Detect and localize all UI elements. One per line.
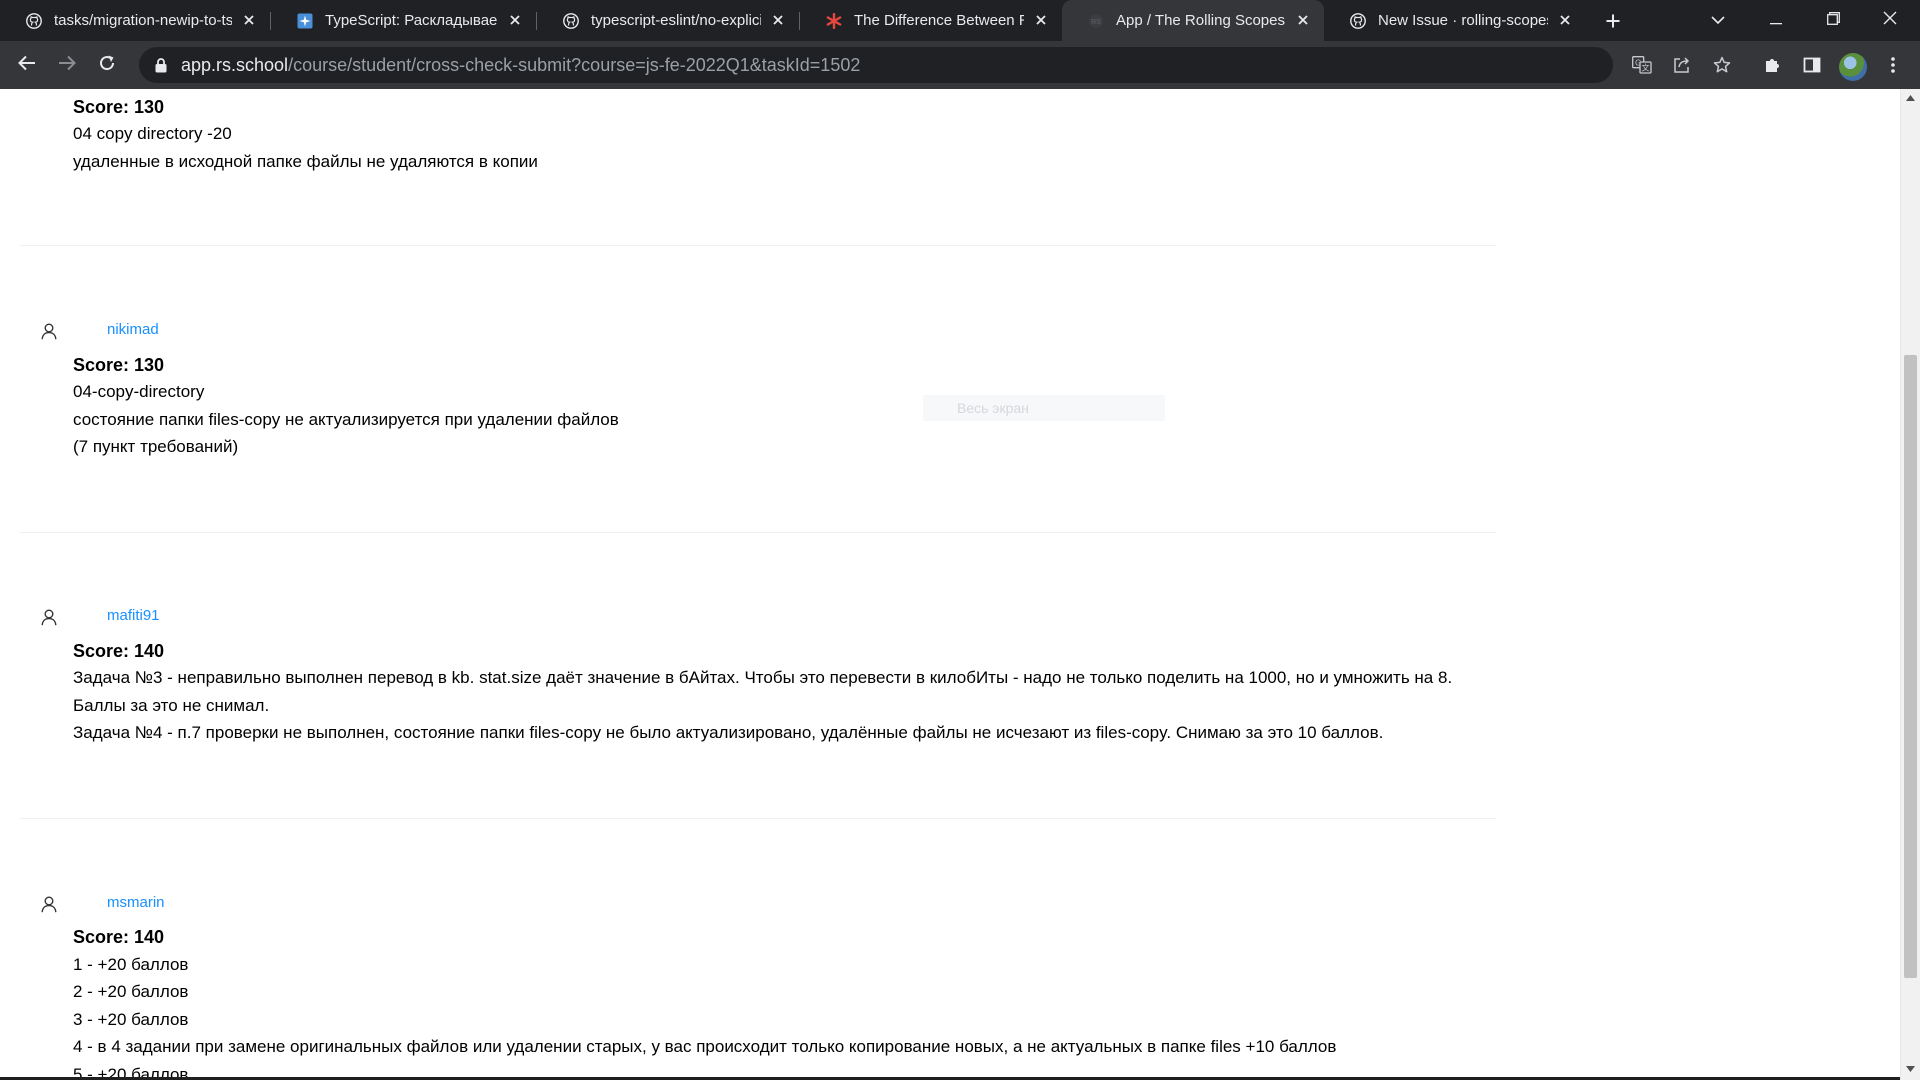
tab-search-button[interactable]: [1690, 0, 1746, 41]
arrow-right-icon: [58, 55, 76, 76]
close-window-button[interactable]: [1862, 0, 1918, 41]
github-icon: [1350, 12, 1366, 29]
fullscreen-share-hint: Весь экран: [923, 395, 1165, 421]
username-link[interactable]: mafiti91: [107, 607, 160, 624]
review-divider: [20, 245, 1496, 246]
user-icon: [40, 895, 58, 913]
minimize-icon: [1770, 12, 1782, 30]
tab-title: New Issue · rolling-scopes/rsschool: [1378, 12, 1548, 29]
review-comment-line: Задача №4 - п.7 проверки не выполнен, со…: [73, 723, 1384, 742]
review-comment-line: 4 - в 4 задании при замене оригинальных …: [73, 1037, 1337, 1056]
close-tab-icon[interactable]: [506, 11, 524, 29]
review-author: mafiti91: [40, 607, 160, 626]
user-icon: [40, 322, 58, 340]
asterisk-icon: [826, 12, 842, 29]
rs-school-icon: RS: [1088, 13, 1104, 29]
review-score: Score: 130: [73, 97, 165, 117]
page-scrollbar[interactable]: [1900, 89, 1920, 1080]
url-text: app.rs.school/course/student/cross-check…: [181, 55, 860, 76]
arrow-left-icon: [18, 55, 36, 76]
new-tab-button[interactable]: [1598, 6, 1628, 36]
github-icon: [26, 12, 42, 29]
browser-menu-button[interactable]: [1879, 53, 1907, 81]
review-comment-line: 2 - +20 баллов: [73, 982, 189, 1001]
tab-title: The Difference Between React: [854, 12, 1024, 29]
url-host: app.rs.school: [181, 54, 289, 75]
review-divider: [20, 532, 1496, 533]
puzzle-icon: [1763, 56, 1781, 79]
forward-button[interactable]: [49, 47, 85, 83]
page-viewport: Score: 130 04 copy directory -20 удаленн…: [0, 89, 1900, 1080]
profile-avatar[interactable]: [1839, 53, 1867, 81]
tab-title: App / The Rolling Scopes School: [1116, 12, 1286, 29]
side-panel-icon: [1803, 56, 1821, 79]
restore-icon: [1826, 11, 1840, 30]
tab-new-issue[interactable]: New Issue · rolling-scopes/rsschool: [1324, 0, 1586, 41]
tab-strip: tasks/migration-newip-to-ts TypeScript: …: [0, 0, 1920, 41]
username-link[interactable]: msmarin: [107, 894, 165, 911]
review-score: Score: 140: [73, 927, 165, 947]
back-button[interactable]: [9, 47, 45, 83]
review-comment-line: 3 - +20 баллов: [73, 1010, 189, 1029]
extensions-button[interactable]: [1758, 53, 1786, 81]
typescript-icon: [297, 13, 313, 29]
username-link[interactable]: nikimad: [107, 321, 159, 338]
scroll-up-icon[interactable]: [1901, 89, 1920, 107]
review-comment-line: 1 - +20 баллов: [73, 955, 189, 974]
review-author: nikimad: [40, 321, 159, 340]
bookmark-star-icon[interactable]: [1707, 53, 1737, 77]
review-comment-line: состояние папки files-copy не актуализир…: [73, 410, 619, 429]
svg-text:RS: RS: [1091, 19, 1101, 26]
scrollbar-thumb[interactable]: [1904, 355, 1917, 978]
user-icon: [40, 608, 58, 626]
close-tab-icon[interactable]: [1294, 11, 1312, 29]
tab-title: tasks/migration-newip-to-ts: [54, 12, 232, 29]
url-path: /course/student/cross-check-submit?cours…: [288, 54, 861, 75]
tab-difference-react[interactable]: The Difference Between React: [800, 0, 1062, 41]
chevron-down-icon: [1711, 12, 1725, 30]
reload-button[interactable]: [89, 47, 125, 83]
minimize-button[interactable]: [1748, 0, 1804, 41]
side-panel-button[interactable]: [1798, 53, 1826, 81]
share-icon[interactable]: [1667, 53, 1697, 77]
review-score: Score: 140: [73, 641, 165, 661]
close-tab-icon[interactable]: [1556, 11, 1574, 29]
close-tab-icon[interactable]: [769, 11, 787, 29]
tab-title: typescript-eslint/no-explicit-any: [591, 12, 761, 29]
more-vertical-icon: [1891, 56, 1895, 78]
close-tab-icon[interactable]: [240, 11, 258, 29]
close-icon: [1883, 11, 1897, 30]
close-tab-icon[interactable]: [1032, 11, 1050, 29]
review-comment-line: 04 copy directory -20: [73, 124, 232, 143]
github-icon: [563, 12, 579, 29]
review-divider: [20, 818, 1496, 819]
review-comment-line: удаленные в исходной папке файлы не удал…: [73, 152, 538, 171]
scroll-down-icon[interactable]: [1901, 1060, 1920, 1078]
tab-typescript-eslint[interactable]: typescript-eslint/no-explicit-any: [537, 0, 799, 41]
review-comment-line: (7 пункт требований): [73, 437, 239, 456]
tab-rs-school-app[interactable]: RS App / The Rolling Scopes School: [1062, 0, 1324, 41]
translate-icon[interactable]: G文: [1627, 53, 1657, 77]
tab-title: TypeScript: Раскладываем по полочкам: [325, 12, 498, 29]
tab-tasks-migration[interactable]: tasks/migration-newip-to-ts: [0, 0, 270, 41]
review-author: msmarin: [40, 894, 165, 913]
reload-icon: [98, 54, 116, 77]
review-comment-line: Баллы за это не снимал.: [73, 696, 270, 715]
tab-typescript-article[interactable]: TypeScript: Раскладываем по полочкам: [271, 0, 536, 41]
review-score: Score: 130: [73, 355, 165, 375]
browser-toolbar: app.rs.school/course/student/cross-check…: [0, 41, 1920, 90]
review-comment-line: 04-copy-directory: [73, 382, 205, 401]
lock-icon[interactable]: [153, 57, 169, 73]
address-bar[interactable]: app.rs.school/course/student/cross-check…: [139, 47, 1731, 83]
svg-text:文: 文: [1642, 63, 1650, 73]
restore-button[interactable]: [1805, 0, 1861, 41]
review-comment-line: Задача №3 - неправильно выполнен перевод…: [73, 668, 1453, 687]
